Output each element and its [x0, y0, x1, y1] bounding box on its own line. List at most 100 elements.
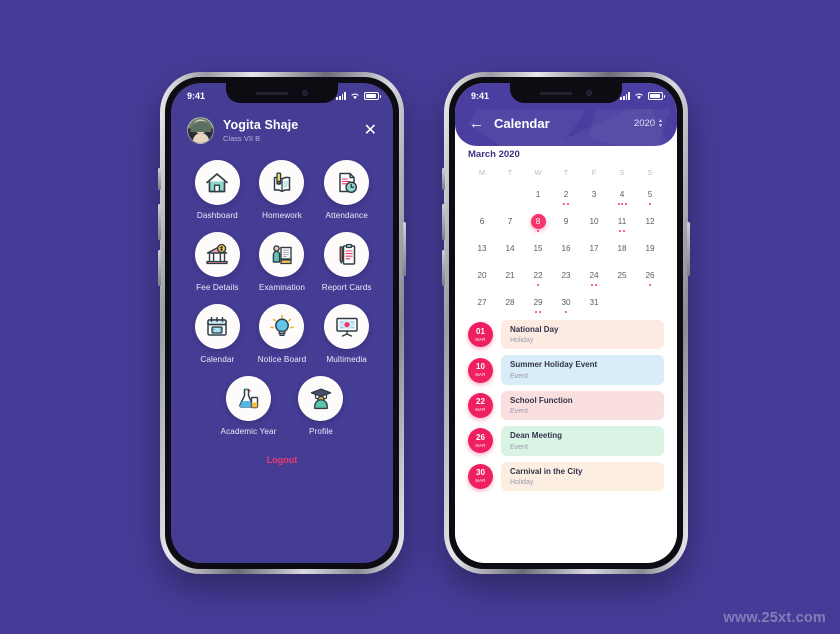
menu-item-fee-details[interactable]: Fee Details — [185, 232, 250, 292]
calendar-day-1[interactable]: 1 — [524, 184, 552, 204]
event-card[interactable]: National Day Holiday — [501, 320, 664, 350]
calendar-day-12[interactable]: 12 — [636, 211, 664, 231]
calendar-day-31[interactable]: 31 — [580, 292, 608, 312]
phone-right-volume-down[interactable] — [442, 250, 445, 286]
year-selector[interactable]: 2020 ▲ ▼ — [634, 118, 663, 129]
phone-right-power-button[interactable] — [687, 222, 690, 276]
calendar-day-25[interactable]: 25 — [608, 265, 636, 285]
event-month: MAR — [475, 478, 486, 484]
menu-label: Fee Details — [196, 283, 239, 292]
menu-item-calendar[interactable]: 20 Calendar — [185, 304, 250, 364]
calendar-day-7[interactable]: 7 — [496, 211, 524, 231]
menu-label: Dashboard — [196, 211, 238, 220]
menu-item-profile[interactable]: Profile — [298, 376, 344, 436]
menu-label: Calendar — [200, 355, 235, 364]
calendar-day-27[interactable]: 27 — [468, 292, 496, 312]
calendar-day-2[interactable]: 2 — [552, 184, 580, 205]
calendar-day-4[interactable]: 4 — [608, 184, 636, 205]
main-menu-grid: Dashboard Homework Attendance Fee Detail… — [171, 160, 393, 436]
dow-label: S — [619, 168, 625, 177]
phone-left-volume-down[interactable] — [158, 250, 161, 286]
calendar-day-29[interactable]: 29 — [524, 292, 552, 313]
event-list-item[interactable]: 10 MAR Summer Holiday Event Event — [468, 355, 664, 385]
calendar-day-28[interactable]: 28 — [496, 292, 524, 312]
calendar-day-16[interactable]: 16 — [552, 238, 580, 258]
phone-right-volume-up[interactable] — [442, 204, 445, 240]
calendar-day-dots — [496, 284, 524, 287]
menu-label: Academic Year — [220, 427, 277, 436]
event-list: 01 MAR National Day Holiday 10 MAR Summer Holi… — [468, 320, 664, 491]
menu-item-examination[interactable]: Examination — [250, 232, 315, 292]
calendar-day-9[interactable]: 9 — [552, 211, 580, 231]
back-arrow-icon[interactable]: ← — [469, 116, 484, 131]
profile-class: Class VII B — [223, 134, 261, 143]
calendar-day-5[interactable]: 5 — [636, 184, 664, 205]
battery-icon — [648, 92, 665, 100]
calendar-day-3[interactable]: 3 — [580, 184, 608, 204]
calendar-week-row: 6 7 8 9 10 11 12 — [468, 211, 664, 233]
phone-left-mute-switch[interactable] — [158, 168, 161, 190]
phone-left-volume-up[interactable] — [158, 204, 161, 240]
bank-coin-icon — [194, 232, 240, 277]
calendar-day-number: 6 — [479, 217, 485, 226]
calendar-day-number: 28 — [505, 298, 515, 307]
clipboard-pencil-icon — [324, 232, 370, 277]
calendar-day-number: 14 — [505, 244, 515, 253]
calendar-day-8[interactable]: 8 — [524, 211, 552, 233]
event-month: MAR — [475, 336, 486, 342]
calendar-day-dots — [468, 230, 496, 233]
event-card[interactable]: Carnival in the City Holiday — [501, 461, 664, 491]
menu-item-homework[interactable]: Homework — [250, 160, 315, 220]
menu-item-notice-board[interactable]: Notice Board — [250, 304, 315, 364]
phone-notch — [510, 83, 622, 103]
event-list-item[interactable]: 26 MAR Dean Meeting Event — [468, 426, 664, 456]
phone-right-mute-switch[interactable] — [442, 168, 445, 190]
event-list-item[interactable]: 01 MAR National Day Holiday — [468, 320, 664, 350]
event-list-item[interactable]: 30 MAR Carnival in the City Holiday — [468, 461, 664, 491]
calendar-day-15[interactable]: 15 — [524, 238, 552, 258]
close-icon[interactable]: ✕ — [362, 121, 379, 141]
calendar-day-19[interactable]: 19 — [636, 238, 664, 258]
graduate-icon — [298, 376, 344, 421]
avatar[interactable] — [187, 117, 214, 144]
menu-item-report-cards[interactable]: Report Cards — [314, 232, 379, 292]
calendar-day-17[interactable]: 17 — [580, 238, 608, 258]
calendar-day-dots — [524, 230, 552, 233]
dow-label: W — [534, 168, 542, 177]
event-day: 22 — [476, 397, 485, 407]
menu-item-dashboard[interactable]: Dashboard — [185, 160, 250, 220]
calendar-day-11[interactable]: 11 — [608, 211, 636, 232]
calendar-day-dots — [468, 311, 496, 314]
event-list-item[interactable]: 22 MAR School Function Event — [468, 390, 664, 421]
calendar-day-18[interactable]: 18 — [608, 238, 636, 258]
calendar-day-number: 1 — [535, 190, 541, 199]
calendar-day-26[interactable]: 26 — [636, 265, 664, 286]
event-card[interactable]: School Function Event — [501, 390, 664, 421]
calendar-week-row: 27 28 29 30 31 — [468, 292, 664, 313]
calendar-day-23[interactable]: 23 — [552, 265, 580, 285]
menu-item-multimedia[interactable]: Multimedia — [314, 304, 379, 364]
calendar-day-24[interactable]: 24 — [580, 265, 608, 286]
calendar-day-10[interactable]: 10 — [580, 211, 608, 231]
event-month: MAR — [475, 372, 486, 378]
calendar-day-6[interactable]: 6 — [468, 211, 496, 231]
menu-item-attendance[interactable]: Attendance — [314, 160, 379, 220]
phone-left-power-button[interactable] — [403, 222, 406, 276]
earpiece-speaker — [256, 91, 288, 95]
event-date-badge: 10 MAR — [468, 357, 493, 383]
calendar-day-dots — [496, 230, 524, 233]
calendar-day-number: 7 — [507, 217, 513, 226]
calendar-day-30[interactable]: 30 — [552, 292, 580, 313]
calendar-day-21[interactable]: 21 — [496, 265, 524, 285]
menu-item-academic-year[interactable]: Academic Year — [221, 376, 277, 436]
calendar-day-13[interactable]: 13 — [468, 238, 496, 258]
logout-button[interactable]: Logout — [171, 455, 393, 465]
calendar-day-20[interactable]: 20 — [468, 265, 496, 285]
calendar-day-22[interactable]: 22 — [524, 265, 552, 286]
month-label: March 2020 — [468, 149, 520, 160]
event-day: 10 — [476, 362, 485, 372]
calendar-day-14[interactable]: 14 — [496, 238, 524, 258]
event-card[interactable]: Summer Holiday Event Event — [501, 355, 664, 385]
event-date-badge: 30 MAR — [468, 463, 493, 489]
event-card[interactable]: Dean Meeting Event — [501, 426, 664, 456]
